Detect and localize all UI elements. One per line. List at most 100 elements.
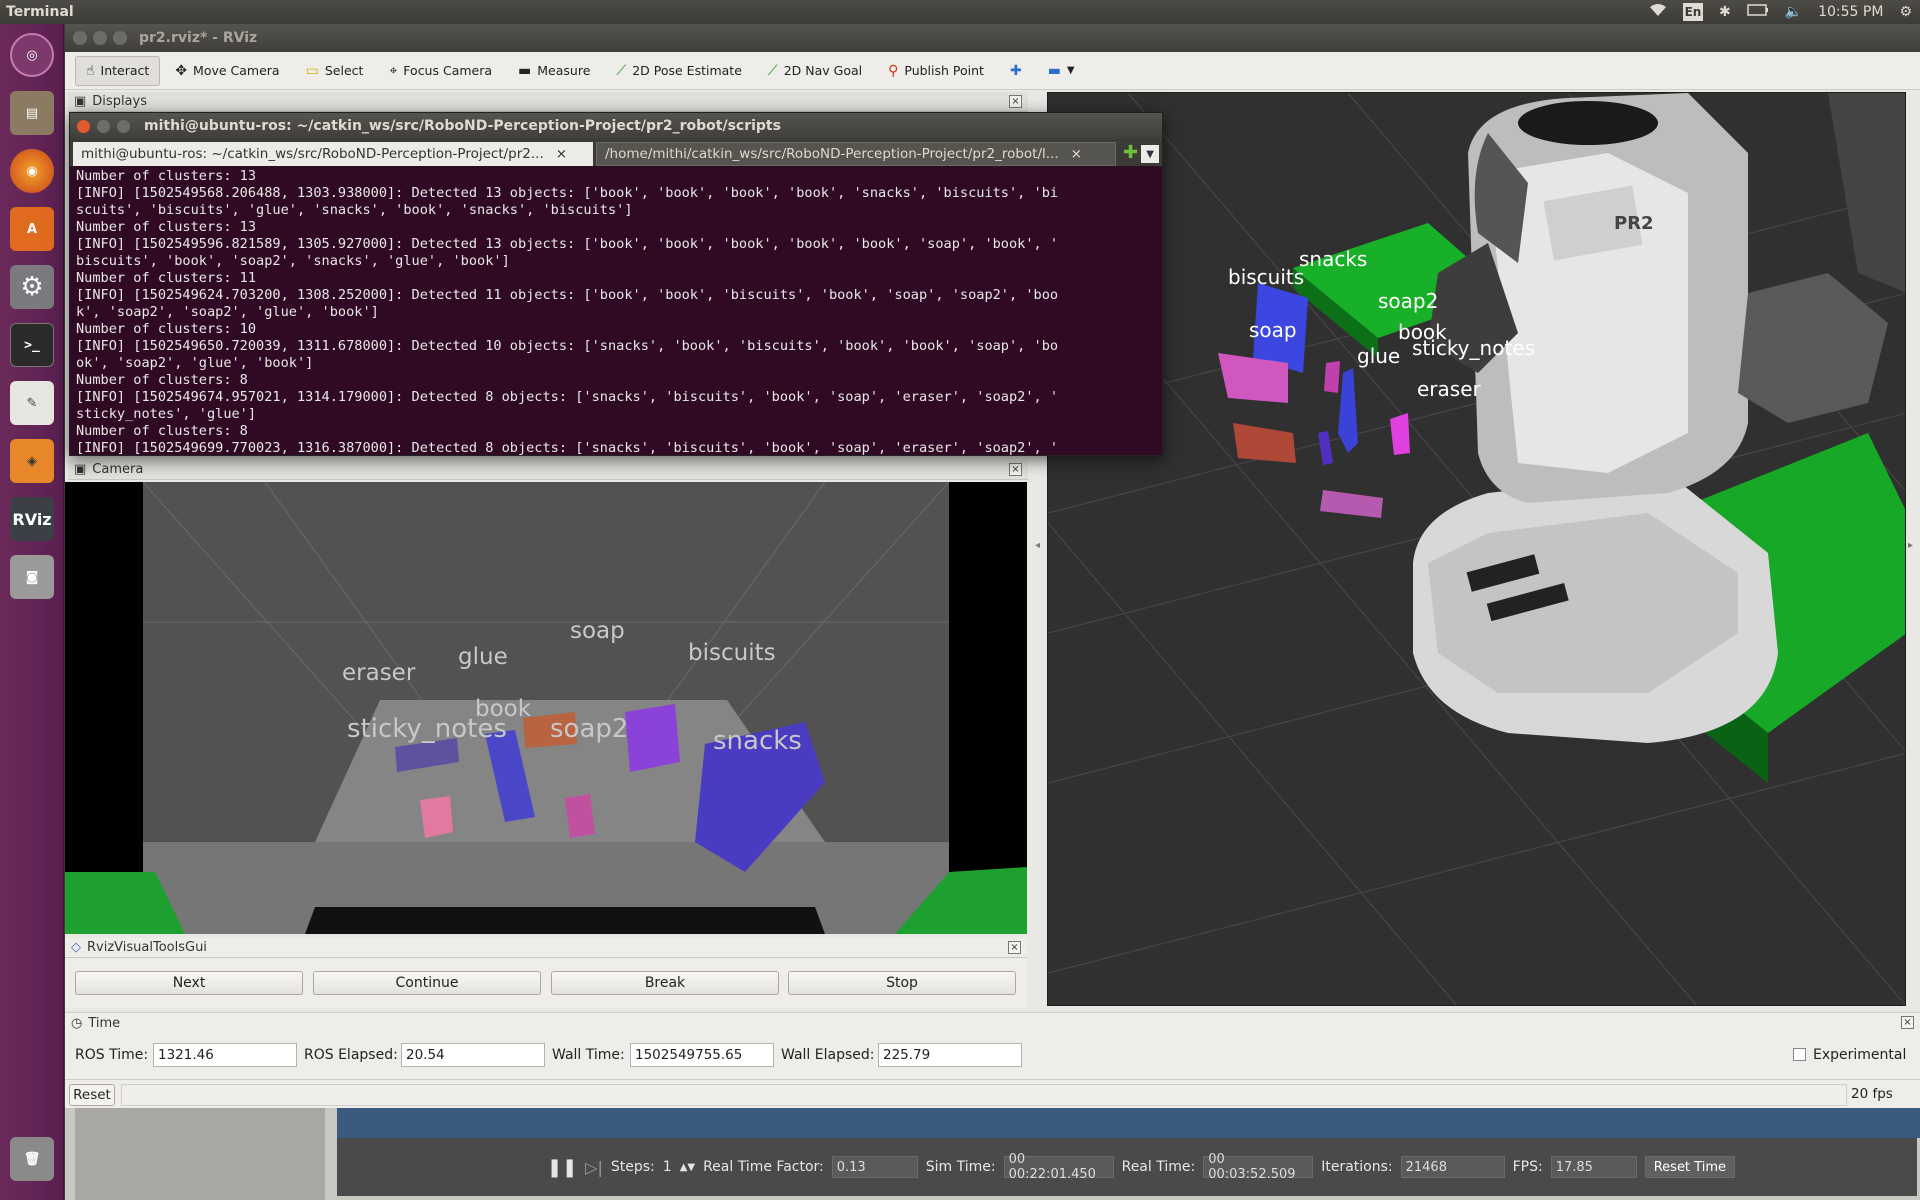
steps-label: Steps:	[610, 1159, 655, 1175]
experimental-checkbox[interactable]	[1793, 1048, 1806, 1061]
time-panel-header: ◷ Time ×	[65, 1013, 1920, 1033]
ubuntu-logo-icon: ◎	[10, 33, 54, 77]
ros-elapsed-field[interactable]: 20.54	[401, 1043, 545, 1067]
steps-value[interactable]: 1	[663, 1159, 672, 1175]
move-camera-label: Move Camera	[193, 63, 280, 78]
camera-view[interactable]: soap eraser glue biscuits book sticky_no…	[65, 482, 1027, 934]
rviz-icon: RViz	[10, 497, 54, 541]
launcher-ubuntu-dash[interactable]: ◎	[7, 30, 57, 80]
rviz-titlebar: pr2.rviz* - RViz	[65, 24, 1920, 52]
step-icon[interactable]: ▷|	[585, 1158, 603, 1177]
reset-time-button[interactable]: Reset Time	[1644, 1156, 1735, 1178]
interact-tool[interactable]: ☝ Interact	[75, 55, 161, 86]
minimize-button[interactable]	[93, 31, 107, 45]
firefox-icon: ◉	[10, 149, 54, 193]
3d-scene	[1048, 93, 1905, 1005]
continue-button[interactable]: Continue	[313, 971, 541, 995]
move-camera-tool[interactable]: ✥ Move Camera	[164, 56, 290, 86]
map-pin-icon: ⚲	[888, 62, 899, 79]
software-center-icon: A	[10, 207, 54, 251]
terminal-output[interactable]: Number of clusters: 13 [INFO] [1502549568…	[70, 166, 1162, 456]
camera-title: Camera	[92, 462, 144, 477]
measure-tool[interactable]: ▬ Measure	[507, 56, 601, 86]
pause-icon[interactable]: ❚❚	[547, 1157, 577, 1178]
maximize-button[interactable]	[117, 119, 130, 133]
launcher-screenshot[interactable]: ◙	[7, 552, 57, 602]
wall-time-field[interactable]: 1502549755.65	[630, 1043, 774, 1067]
gazebo-scene[interactable]	[337, 1108, 1920, 1138]
remove-tool-button[interactable]: ▬ ▼	[1037, 56, 1086, 86]
launcher-terminal[interactable]: >_	[7, 320, 57, 370]
pose-estimate-tool[interactable]: ⟋ 2D Pose Estimate	[605, 56, 753, 86]
wifi-icon[interactable]	[1649, 3, 1667, 21]
close-icon[interactable]: ×	[1009, 463, 1022, 476]
window-title: pr2.rviz* - RViz	[139, 30, 258, 46]
select-tool[interactable]: ▭ Select	[295, 56, 375, 86]
terminal-tab-1[interactable]: mithi@ubuntu-ros: ~/catkin_ws/src/RoboND…	[73, 142, 593, 166]
terminal-tab-2[interactable]: /home/mithi/catkin_ws/src/RoboND-Percept…	[596, 142, 1116, 166]
wall-elapsed-field[interactable]: 225.79	[878, 1043, 1022, 1067]
clock[interactable]: 10:55 PM	[1818, 4, 1883, 20]
terminal-line: [INFO] [1502549699.770023, 1316.387000]:…	[76, 440, 1059, 456]
close-icon[interactable]: ×	[1071, 146, 1082, 162]
close-icon[interactable]: ×	[1008, 941, 1021, 954]
bluetooth-icon[interactable]: ✱	[1719, 4, 1731, 20]
fps-value: 17.85	[1550, 1156, 1637, 1178]
time-title: Time	[88, 1015, 121, 1031]
sim-time-value: 00 00:22:01.450	[1003, 1152, 1114, 1182]
launcher-system-settings[interactable]: ⚙	[7, 262, 57, 312]
label-snacks: snacks	[1299, 247, 1368, 271]
close-button[interactable]	[77, 119, 90, 133]
ros-time-field[interactable]: 1321.46	[153, 1043, 297, 1067]
gear-icon[interactable]: ⚙	[1899, 4, 1912, 20]
tab-2-label: /home/mithi/catkin_ws/src/RoboND-Percept…	[605, 146, 1059, 162]
terminal-tabs: mithi@ubuntu-ros: ~/catkin_ws/src/RoboND…	[70, 139, 1162, 166]
camera-icon: ◙	[10, 555, 54, 599]
close-button[interactable]	[73, 31, 87, 45]
publish-point-tool[interactable]: ⚲ Publish Point	[877, 56, 995, 86]
launcher-files[interactable]: ▤	[7, 88, 57, 138]
terminal-line: [INFO] [1502549674.957021, 1314.179000]:…	[76, 389, 1059, 405]
splitter-handle[interactable]: ◂	[1035, 540, 1043, 560]
launcher-software-center[interactable]: A	[7, 204, 57, 254]
reset-button[interactable]: Reset	[69, 1084, 115, 1106]
minimize-button[interactable]	[97, 119, 110, 133]
add-tool-button[interactable]: ✚	[999, 56, 1033, 86]
cam-label-biscuits: biscuits	[688, 640, 776, 666]
break-button[interactable]: Break	[551, 971, 779, 995]
terminal-window[interactable]: mithi@ubuntu-ros: ~/catkin_ws/src/RoboND…	[69, 112, 1163, 456]
volume-icon[interactable]: 🔈	[1785, 4, 1802, 20]
battery-icon[interactable]	[1746, 4, 1769, 20]
3d-view[interactable]: snacks biscuits soap2 soap book glue sti…	[1047, 92, 1906, 1006]
launcher-trash[interactable]: 🗑	[7, 1134, 57, 1184]
time-panel: ◷ Time × ROS Time: 1321.46 ROS Elapsed: …	[65, 1012, 1920, 1108]
launcher-gazebo[interactable]: ◈	[7, 436, 57, 486]
wall-elapsed-label: Wall Elapsed:	[781, 1047, 875, 1063]
new-tab-plus-icon[interactable]: ✚	[1123, 142, 1138, 163]
next-button[interactable]: Next	[75, 971, 303, 995]
status-message	[121, 1084, 1847, 1106]
gazebo-icon: ◈	[10, 439, 54, 483]
real-time-value: 00 00:03:52.509	[1203, 1152, 1314, 1182]
keyboard-layout-indicator[interactable]: En	[1682, 3, 1703, 21]
launcher-firefox[interactable]: ◉	[7, 146, 57, 196]
maximize-button[interactable]	[113, 31, 127, 45]
stop-button[interactable]: Stop	[788, 971, 1016, 995]
ros-time-label: ROS Time:	[75, 1047, 149, 1063]
plus-icon: ✚	[1009, 62, 1022, 79]
launcher-rviz[interactable]: RViz	[7, 494, 57, 544]
focus-camera-tool[interactable]: ⌖ Focus Camera	[378, 56, 503, 86]
close-icon[interactable]: ×	[1009, 95, 1022, 108]
crosshair-icon: ⌖	[389, 62, 398, 79]
nav-goal-tool[interactable]: ⟋ 2D Nav Goal	[757, 56, 873, 86]
close-icon[interactable]: ×	[556, 146, 567, 162]
close-icon[interactable]: ×	[1901, 1016, 1914, 1029]
trash-icon: 🗑	[10, 1137, 54, 1181]
splitter-handle-right[interactable]: ▸	[1908, 540, 1916, 560]
chevron-down-icon[interactable]: ▲▼	[680, 1162, 695, 1173]
rtf-value: 0.13	[831, 1156, 918, 1178]
tab-menu-chevron-down-icon[interactable]: ▼	[1141, 145, 1160, 163]
chevron-down-icon: ▼	[1066, 65, 1075, 76]
green-arrow-icon: ⟋	[767, 62, 778, 79]
launcher-text-editor[interactable]: ✎	[7, 378, 57, 428]
